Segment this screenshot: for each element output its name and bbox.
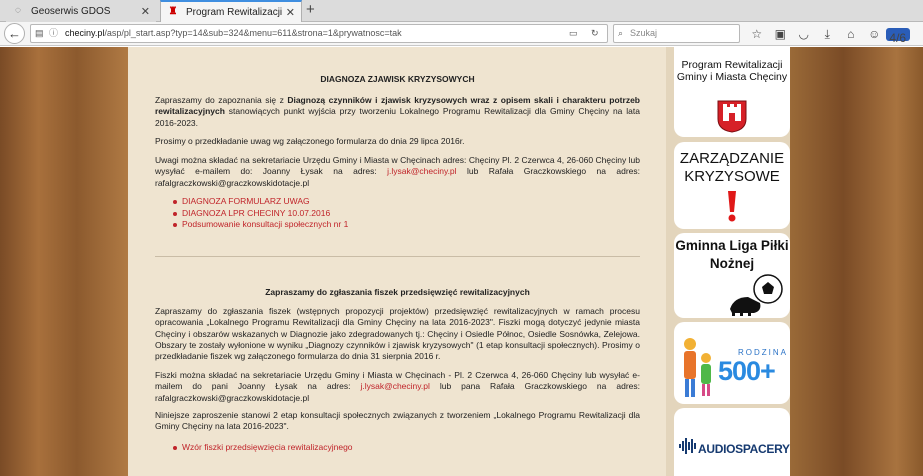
section2-paragraph1: Zapraszamy do zgłaszania fiszek (wstępny… <box>155 306 640 362</box>
search-input[interactable]: ⌕ Szukaj <box>613 24 740 43</box>
link-podsumowanie[interactable]: Podsumowanie konsultacji społecznych nr … <box>172 219 348 231</box>
banner-number: 500+ <box>718 356 776 386</box>
banner-label: Program Rewitalizacji Gminy i Miasta Chę… <box>676 59 788 83</box>
extension-badge[interactable]: 4/6 <box>886 24 910 45</box>
crest-icon: ♜ <box>168 6 178 17</box>
section1-heading: DIAGNOZA ZJAWISK KRYZYSOWYCH <box>320 74 475 84</box>
badge-count: 4/6 <box>886 28 910 45</box>
search-icon: ⌕ <box>618 28 624 38</box>
new-tab-button[interactable]: + <box>306 1 315 18</box>
banner-rodzina-500[interactable]: RODZINA 500+ <box>674 322 790 404</box>
link-diagnoza-lpr[interactable]: DIAGNOZA LPR CHECINY 10.07.2016 <box>172 208 348 220</box>
chat-icon[interactable]: ☺ <box>863 24 887 44</box>
audio-wave-icon <box>679 438 696 454</box>
p1-text-a: Zapraszamy do zapoznania się z <box>155 95 288 105</box>
clipboard-icon[interactable]: ▣ <box>769 24 793 44</box>
section1-paragraph3: Uwagi można składać na sekretariacie Urz… <box>155 155 640 189</box>
close-icon[interactable]: ✕ <box>141 5 150 18</box>
section1-paragraph2: Prosimy o przedkładanie uwag wg załączon… <box>155 136 465 146</box>
link-wzor-fiszki[interactable]: Wzór fiszki przedsięwzięcia rewitalizacy… <box>173 442 353 454</box>
tab-bar: ◌ Geoserwis GDOŚ ✕ ♜ Program Rewitalizac… <box>0 0 923 22</box>
football-boot-icon <box>730 274 783 316</box>
tab-label: Program Rewitalizacji Gmi... <box>186 6 282 18</box>
background-bark-right <box>790 47 923 476</box>
arrow-left-icon: ← <box>8 26 21 41</box>
globe-icon: ◌ <box>15 5 21 16</box>
tab-program-rewitalizacji[interactable]: ♜ Program Rewitalizacji Gmi... ✕ <box>160 0 302 22</box>
reload-icon[interactable]: ↻ <box>591 25 599 42</box>
family-figures-icon <box>684 338 711 397</box>
banner-liga-pilki-noznej[interactable]: Gminna Liga Piłki Nożnej <box>674 233 790 318</box>
divider <box>155 256 640 257</box>
section1-links: DIAGNOZA FORMULARZ UWAG DIAGNOZA LPR CHE… <box>172 196 348 231</box>
email-link[interactable]: j.lysak@checiny.pl <box>387 166 456 176</box>
banner-label: AUDIOSPACERY <box>698 442 790 456</box>
tab-label: Geoserwis GDOŚ <box>31 5 111 17</box>
page-icon: ▤ <box>35 28 44 38</box>
url-text: checiny.pl/asp/pl_start.asp?typ=14&sub=3… <box>65 25 402 42</box>
section2-heading: Zapraszamy do zgłaszania fiszek przedsię… <box>265 287 530 297</box>
link-diagnoza-formularz[interactable]: DIAGNOZA FORMULARZ UWAG <box>172 196 348 208</box>
info-icon: ⓘ <box>49 28 59 38</box>
banner-zarzadzanie-kryzysowe[interactable]: ZARZĄDZANIE KRYZYSOWE <box>674 142 790 229</box>
section2-links: Wzór fiszki przedsięwzięcia rewitalizacy… <box>173 442 353 454</box>
url-path: /asp/pl_start.asp?typ=14&sub=324&menu=61… <box>104 28 402 38</box>
toolbar-icons: ☆ ▣ ◡ ⤓ ⌂ ☺ 4/6 <box>745 24 910 45</box>
banner-program-rewitalizacji[interactable]: Program Rewitalizacji Gminy i Miasta Chę… <box>674 47 790 137</box>
search-placeholder: Szukaj <box>630 28 658 38</box>
background-bark-left <box>0 47 128 476</box>
back-button[interactable]: ← <box>4 23 25 44</box>
banner-label: Gminna Liga Piłki Nożnej <box>675 238 789 271</box>
nav-bar: ← ▤ ⓘ checiny.pl/asp/pl_start.asp?typ=14… <box>0 22 923 46</box>
pocket-icon[interactable]: ◡ <box>792 24 816 44</box>
address-bar[interactable]: ▤ ⓘ checiny.pl/asp/pl_start.asp?typ=14&s… <box>30 24 608 43</box>
banner-audiospacery[interactable]: AUDIOSPACERY <box>674 408 790 476</box>
home-icon[interactable]: ⌂ <box>839 24 863 44</box>
banner-label: ZARZĄDZANIE KRYZYSOWE <box>679 150 785 185</box>
section2-paragraph3: Niniejsze zaproszenie stanowi 2 etap kon… <box>155 410 640 432</box>
tab-geoserwis[interactable]: ◌ Geoserwis GDOŚ ✕ <box>6 0 156 22</box>
section2-paragraph2: Fiszki można składać na sekretariacie Ur… <box>155 370 640 404</box>
download-icon[interactable]: ⤓ <box>816 24 840 44</box>
reader-view-icon[interactable]: ▭ <box>569 25 578 42</box>
url-domain: checiny.pl <box>65 28 105 38</box>
star-icon[interactable]: ☆ <box>745 24 769 44</box>
close-icon[interactable]: ✕ <box>286 6 295 19</box>
crest-icon <box>717 100 747 133</box>
email-link[interactable]: j.lysak@checiny.pl <box>360 381 429 391</box>
p1-text-c: stanowiących punkt wyjścia przy tworzeni… <box>155 106 640 128</box>
section1-paragraph1: Zapraszamy do zapoznania się z Diagnozą … <box>155 95 640 129</box>
exclamation-icon <box>728 191 736 222</box>
